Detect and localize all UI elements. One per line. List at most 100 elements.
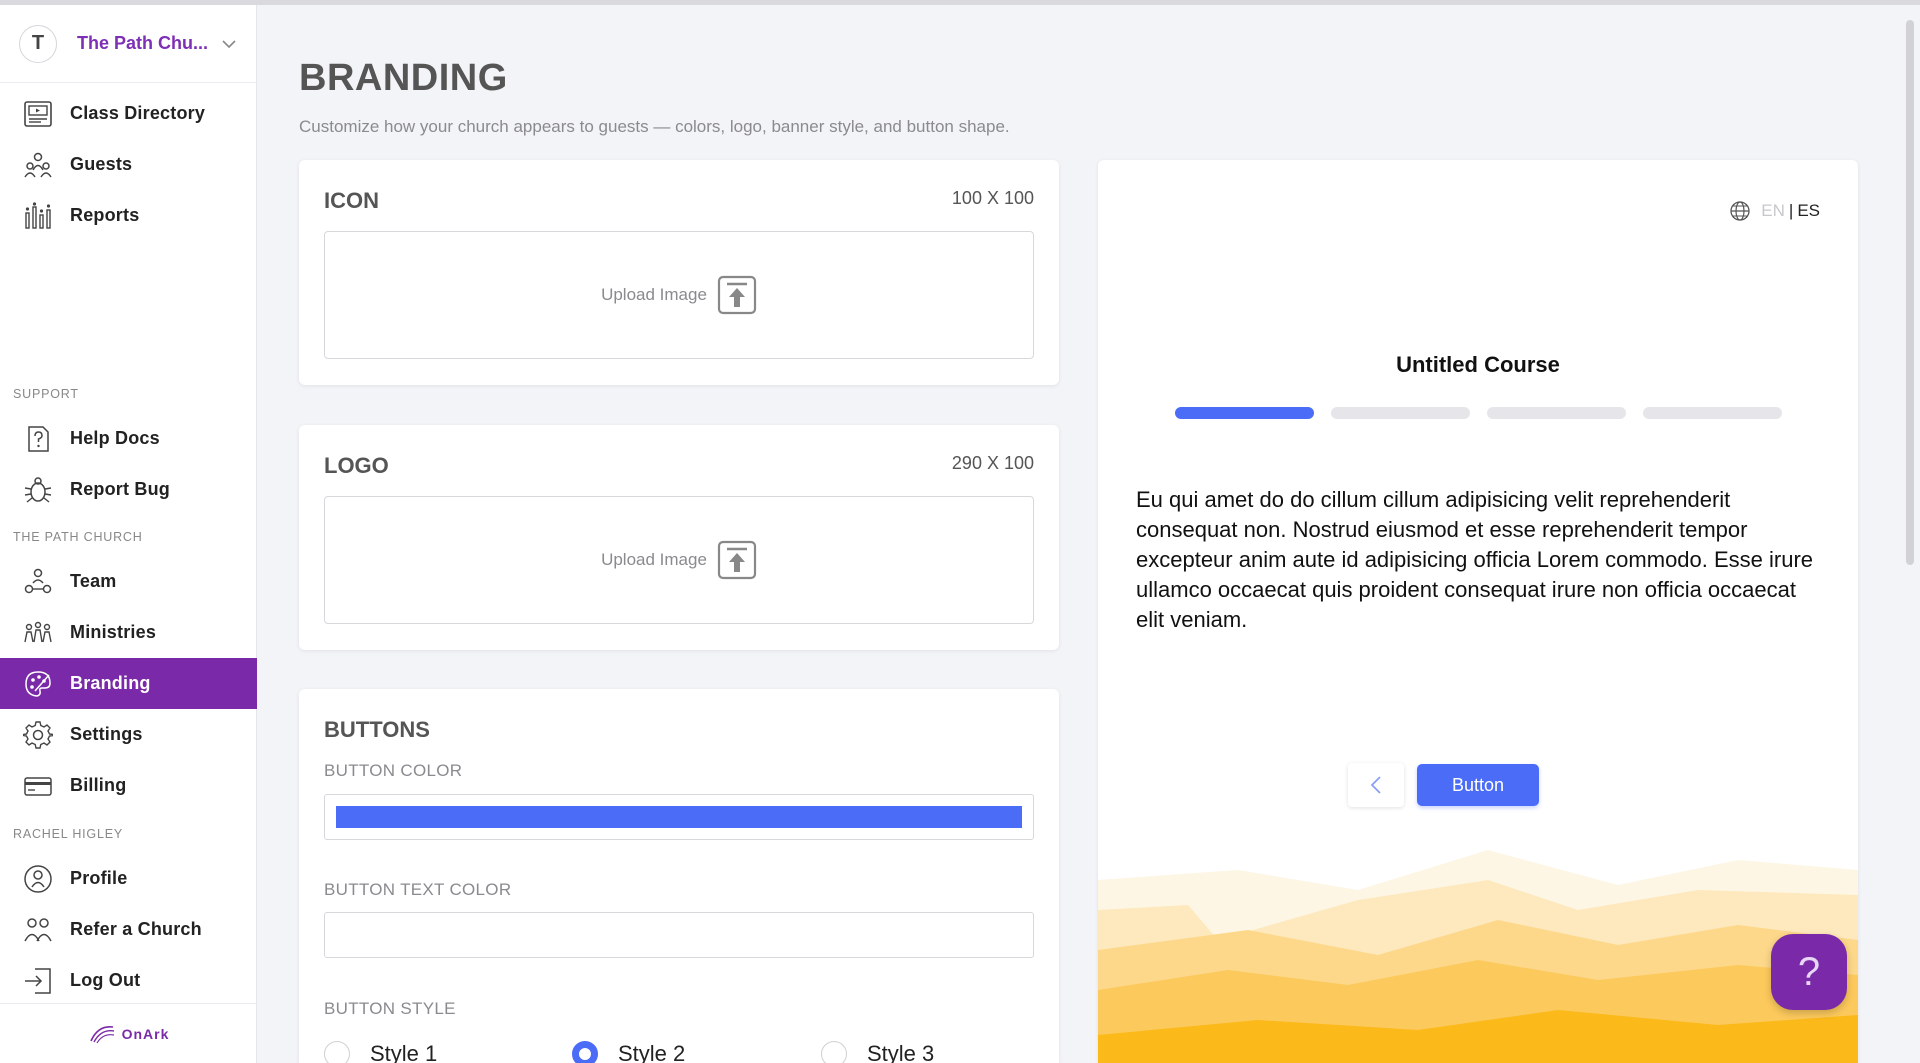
sidebar: T The Path Chu... Class Directory Guests…: [0, 5, 257, 1063]
upload-icon: [717, 540, 757, 580]
profile-icon: [22, 863, 54, 895]
icon-card-title: ICON: [324, 188, 379, 213]
sidebar-item-label: Profile: [70, 868, 128, 888]
sidebar-item-reports[interactable]: Reports: [0, 190, 257, 241]
radio-dot: [324, 1041, 350, 1063]
brand-name: OnArk: [121, 1025, 170, 1042]
sidebar-item-label: Billing: [70, 775, 127, 795]
sidebar-item-label: Log Out: [70, 970, 141, 990]
sidebar-item-label: Class Directory: [70, 103, 206, 123]
logo-card-title: LOGO: [324, 453, 389, 478]
back-button[interactable]: [1348, 763, 1404, 807]
radio-label: Style 3: [867, 1041, 935, 1063]
page-subtitle: Customize how your church appears to gue…: [299, 117, 1010, 136]
sidebar-item-guests[interactable]: Guests: [0, 139, 257, 190]
button-text-color-label: BUTTON TEXT COLOR: [324, 880, 512, 899]
sidebar-item-refer-a-church[interactable]: Refer a Church: [0, 904, 257, 955]
upload-label: Upload Image: [601, 285, 707, 304]
course-progress: [1175, 407, 1782, 419]
sidebar-item-class-directory[interactable]: Class Directory: [0, 88, 257, 139]
language-switcher: EN | ES: [1729, 200, 1820, 222]
sidebar-item-label: Branding: [70, 673, 151, 693]
style-3-radio[interactable]: Style 3: [821, 1041, 934, 1063]
refer-icon: [22, 914, 54, 946]
sidebar-item-help-docs[interactable]: Help Docs: [0, 413, 257, 464]
lang-separator: |: [1788, 201, 1794, 220]
style-1-radio[interactable]: Style 1: [324, 1041, 437, 1063]
ministries-icon: [22, 617, 54, 649]
globe-icon: [1730, 201, 1750, 221]
icon-upload-area[interactable]: Upload Image: [324, 231, 1034, 359]
reports-icon: [22, 200, 54, 232]
button-text-color-field[interactable]: [324, 912, 1034, 958]
sidebar-item-branding[interactable]: Branding: [0, 658, 257, 709]
sidebar-item-label: Report Bug: [70, 479, 170, 499]
section-label-church: THE PATH CHURCH: [13, 530, 143, 544]
sidebar-item-label: Help Docs: [70, 428, 160, 448]
sidebar-item-log-out[interactable]: Log Out: [0, 955, 257, 1006]
icon-dimensions: 100 X 100: [951, 188, 1034, 208]
guests-icon: [22, 149, 54, 181]
logo-dimensions: 290 X 100: [951, 453, 1034, 473]
sidebar-item-label: Reports: [70, 205, 140, 225]
button-style-options: Style 1 Style 2 Style 3: [324, 1041, 1034, 1063]
org-switcher[interactable]: T The Path Chu...: [0, 5, 257, 83]
sidebar-item-billing[interactable]: Billing: [0, 760, 257, 811]
radio-dot: [821, 1041, 847, 1063]
logo-card: LOGO 290 X 100 Upload Image: [299, 425, 1059, 650]
banner-hills-illustration: [1098, 850, 1858, 1063]
sidebar-item-report-bug[interactable]: Report Bug: [0, 464, 257, 515]
branding-preview: EN | ES Untitled Course Eu qui amet do d…: [1098, 160, 1858, 1063]
credit-card-icon: [22, 770, 54, 802]
logout-icon: [22, 965, 54, 997]
section-label-user: RACHEL HIGLEY: [13, 827, 123, 841]
radio-label: Style 2: [618, 1041, 686, 1063]
onark-logo-icon: [89, 1025, 114, 1043]
course-title: Untitled Course: [1396, 352, 1560, 377]
icon-card: ICON 100 X 100 Upload Image: [299, 160, 1059, 385]
upload-icon: [717, 275, 757, 315]
logo-upload-area[interactable]: Upload Image: [324, 496, 1034, 624]
page-scrollbar[interactable]: [1906, 20, 1914, 565]
sidebar-item-settings[interactable]: Settings: [0, 709, 257, 760]
preview-button[interactable]: Button: [1417, 764, 1539, 806]
upload-label: Upload Image: [601, 550, 707, 569]
progress-segment: [1331, 407, 1470, 419]
help-docs-icon: [22, 423, 54, 455]
sidebar-item-ministries[interactable]: Ministries: [0, 607, 257, 658]
button-color-label: BUTTON COLOR: [324, 761, 463, 780]
help-fab-button[interactable]: ?: [1771, 934, 1847, 1010]
button-color-swatch: [336, 806, 1022, 828]
button-color-field[interactable]: [324, 794, 1034, 840]
bug-icon: [22, 474, 54, 506]
buttons-card-title: BUTTONS: [324, 717, 430, 742]
radio-dot-selected: [572, 1041, 598, 1063]
page-title: BRANDING: [299, 57, 508, 99]
buttons-card: BUTTONS BUTTON COLOR BUTTON TEXT COLOR B…: [299, 689, 1059, 1063]
team-icon: [22, 566, 54, 598]
window-top-bar: [0, 0, 1920, 5]
progress-segment: [1487, 407, 1626, 419]
lang-en[interactable]: EN: [1761, 201, 1785, 221]
preview-body-text: Eu qui amet do do cillum cillum adipisic…: [1136, 487, 1814, 632]
class-directory-icon: [22, 98, 54, 130]
chevron-left-icon: [1370, 776, 1381, 794]
sidebar-item-label: Refer a Church: [70, 919, 202, 939]
palette-icon: [22, 668, 54, 700]
gear-icon: [22, 719, 54, 751]
sidebar-footer: OnArk: [0, 1003, 257, 1063]
sidebar-item-label: Ministries: [70, 622, 157, 642]
button-text-color-swatch: [336, 924, 1022, 946]
sidebar-item-team[interactable]: Team: [0, 556, 257, 607]
progress-segment: [1175, 407, 1314, 419]
org-avatar: T: [19, 24, 57, 63]
org-name: The Path Chu...: [77, 33, 209, 53]
radio-label: Style 1: [370, 1041, 438, 1063]
lang-es[interactable]: ES: [1797, 201, 1820, 221]
sidebar-item-label: Guests: [70, 154, 133, 174]
sidebar-item-profile[interactable]: Profile: [0, 853, 257, 904]
progress-segment: [1643, 407, 1782, 419]
chevron-down-icon: [222, 39, 236, 48]
style-2-radio[interactable]: Style 2: [572, 1041, 685, 1063]
sidebar-item-label: Settings: [70, 724, 143, 744]
